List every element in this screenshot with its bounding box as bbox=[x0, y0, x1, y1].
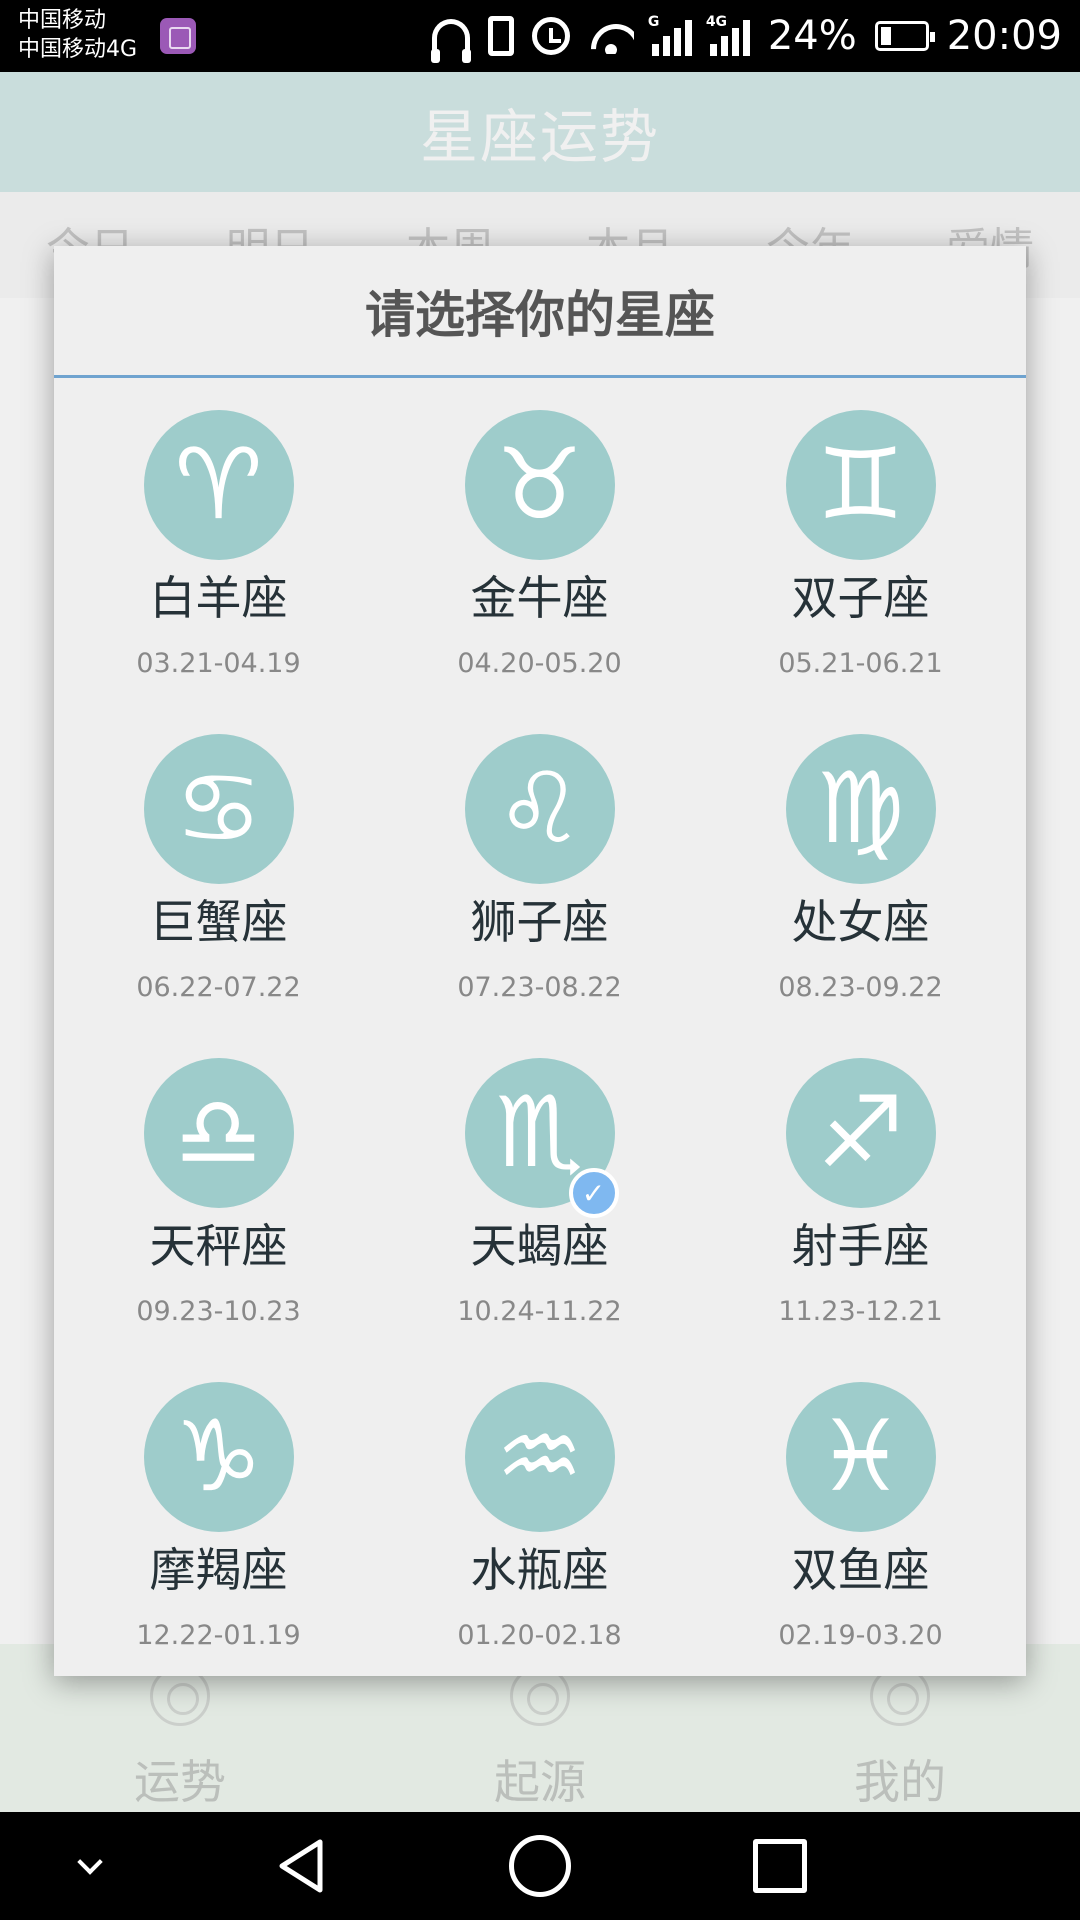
vibrate-icon bbox=[487, 16, 514, 56]
zodiac-dates: 11.23-12.21 bbox=[778, 1296, 943, 1327]
zodiac-icon-circle: ♊ bbox=[785, 410, 936, 560]
aquarius-icon: ♒ bbox=[495, 1400, 584, 1514]
zodiac-option[interactable]: ♌ 狮子座 07.23-08.22 bbox=[379, 704, 700, 1028]
zodiac-name: 天蝎座 bbox=[470, 1219, 609, 1273]
zodiac-icon-circle: ♒ bbox=[464, 1382, 615, 1532]
zodiac-option[interactable]: ♈ 白羊座 03.21-04.19 bbox=[58, 380, 379, 704]
gallery-notification-icon bbox=[160, 18, 196, 54]
zodiac-dates: 08.23-09.22 bbox=[778, 972, 943, 1003]
zodiac-icon-circle: ♌ bbox=[464, 734, 615, 884]
status-bar: 中国移动 中国移动4G G 4G 24% 20:09 bbox=[0, 0, 1080, 72]
zodiac-icon-circle: ♑ bbox=[143, 1382, 294, 1532]
zodiac-dates: 02.19-03.20 bbox=[778, 1620, 943, 1651]
libra-icon: ♎ bbox=[174, 1076, 263, 1190]
zodiac-option[interactable]: ♐ 射手座 11.23-12.21 bbox=[700, 1028, 1021, 1352]
home-icon[interactable] bbox=[508, 1812, 572, 1920]
hide-nav-icon[interactable] bbox=[60, 1812, 120, 1920]
zodiac-icon-circle: ♍ bbox=[785, 734, 936, 884]
zodiac-picker-dialog: 请选择你的星座 ♈ 白羊座 03.21-04.19 ♉ 金牛座 04.20-05.20 ♊ 双… bbox=[54, 246, 1026, 1676]
zodiac-name: 水瓶座 bbox=[470, 1543, 609, 1597]
zodiac-dates: 07.23-08.22 bbox=[457, 972, 622, 1003]
aries-icon: ♈ bbox=[174, 428, 263, 542]
zodiac-icon-circle: ♓ bbox=[785, 1382, 936, 1532]
zodiac-dates: 09.23-10.23 bbox=[136, 1296, 301, 1327]
zodiac-icon-circle: ♏ ✓ bbox=[464, 1058, 619, 1218]
zodiac-name: 白羊座 bbox=[149, 571, 288, 625]
zodiac-option[interactable]: ♎ 天秤座 09.23-10.23 bbox=[58, 1028, 379, 1352]
clock: 20:09 bbox=[946, 13, 1062, 59]
taurus-icon: ♉ bbox=[495, 428, 584, 542]
zodiac-dates: 04.20-05.20 bbox=[457, 648, 622, 679]
status-icons: G 4G 24% 20:09 bbox=[430, 0, 1062, 72]
cancer-icon: ♋ bbox=[174, 752, 263, 866]
back-icon[interactable] bbox=[268, 1812, 332, 1920]
zodiac-dates: 06.22-07.22 bbox=[136, 972, 301, 1003]
zodiac-icon-circle: ♎ bbox=[143, 1058, 294, 1208]
zodiac-dates: 03.21-04.19 bbox=[136, 648, 301, 679]
carrier-name-2: 中国移动4G bbox=[18, 37, 138, 62]
virgo-icon: ♍ bbox=[816, 752, 905, 866]
zodiac-icon-circle: ♐ bbox=[785, 1058, 936, 1208]
carrier-info: 中国移动 中国移动4G bbox=[18, 6, 137, 64]
recent-apps-icon[interactable] bbox=[748, 1812, 812, 1920]
scorpio-icon: ♏ bbox=[495, 1076, 584, 1190]
leo-icon: ♌ bbox=[495, 752, 584, 866]
zodiac-name: 射手座 bbox=[791, 1219, 930, 1273]
dialog-title: 请选择你的星座 bbox=[54, 246, 1026, 378]
carrier-name-1: 中国移动 bbox=[18, 8, 107, 33]
zodiac-option[interactable]: ♋ 巨蟹座 06.22-07.22 bbox=[58, 704, 379, 1028]
zodiac-option[interactable]: ♉ 金牛座 04.20-05.20 bbox=[379, 380, 700, 704]
alarm-icon bbox=[531, 17, 570, 55]
selected-check-icon: ✓ bbox=[568, 1168, 619, 1218]
zodiac-name: 摩羯座 bbox=[149, 1543, 288, 1597]
zodiac-name: 天秤座 bbox=[149, 1219, 288, 1273]
capricorn-icon: ♑ bbox=[174, 1400, 263, 1514]
zodiac-option[interactable]: ♒ 水瓶座 01.20-02.18 bbox=[379, 1352, 700, 1676]
zodiac-option[interactable]: ♓ 双鱼座 02.19-03.20 bbox=[700, 1352, 1021, 1676]
battery-icon bbox=[874, 21, 935, 51]
zodiac-option[interactable]: ♊ 双子座 05.21-06.21 bbox=[700, 380, 1021, 704]
zodiac-icon-circle: ♈ bbox=[143, 410, 294, 560]
pisces-icon: ♓ bbox=[816, 1400, 905, 1514]
zodiac-icon-circle: ♉ bbox=[464, 410, 615, 560]
wifi-icon bbox=[588, 18, 634, 54]
zodiac-name: 巨蟹座 bbox=[149, 895, 288, 949]
sagittarius-icon: ♐ bbox=[816, 1076, 905, 1190]
signal-g-icon: G bbox=[648, 14, 692, 56]
zodiac-dates: 05.21-06.21 bbox=[778, 648, 943, 679]
signal-4g-label: 4G bbox=[705, 14, 728, 30]
zodiac-option[interactable]: ♏ ✓ 天蝎座 10.24-11.22 bbox=[379, 1028, 700, 1352]
zodiac-name: 双子座 bbox=[791, 571, 930, 625]
zodiac-name: 双鱼座 bbox=[791, 1543, 930, 1597]
signal-4g-icon: 4G bbox=[706, 14, 750, 56]
zodiac-option[interactable]: ♑ 摩羯座 12.22-01.19 bbox=[58, 1352, 379, 1676]
zodiac-name: 金牛座 bbox=[470, 571, 609, 625]
zodiac-name: 处女座 bbox=[791, 895, 930, 949]
zodiac-dates: 12.22-01.19 bbox=[136, 1620, 301, 1651]
zodiac-dates: 10.24-11.22 bbox=[457, 1296, 622, 1327]
signal-g-label: G bbox=[647, 14, 660, 30]
zodiac-option[interactable]: ♍ 处女座 08.23-09.22 bbox=[700, 704, 1021, 1028]
zodiac-name: 狮子座 bbox=[470, 895, 609, 949]
zodiac-grid: ♈ 白羊座 03.21-04.19 ♉ 金牛座 04.20-05.20 ♊ 双子座 05.21-… bbox=[54, 380, 1026, 1676]
gemini-icon: ♊ bbox=[816, 428, 905, 542]
battery-percent: 24% bbox=[767, 13, 857, 59]
zodiac-dates: 01.20-02.18 bbox=[457, 1620, 622, 1651]
system-nav-bar bbox=[0, 1812, 1080, 1920]
headphone-icon bbox=[430, 19, 471, 63]
zodiac-icon-circle: ♋ bbox=[143, 734, 294, 884]
